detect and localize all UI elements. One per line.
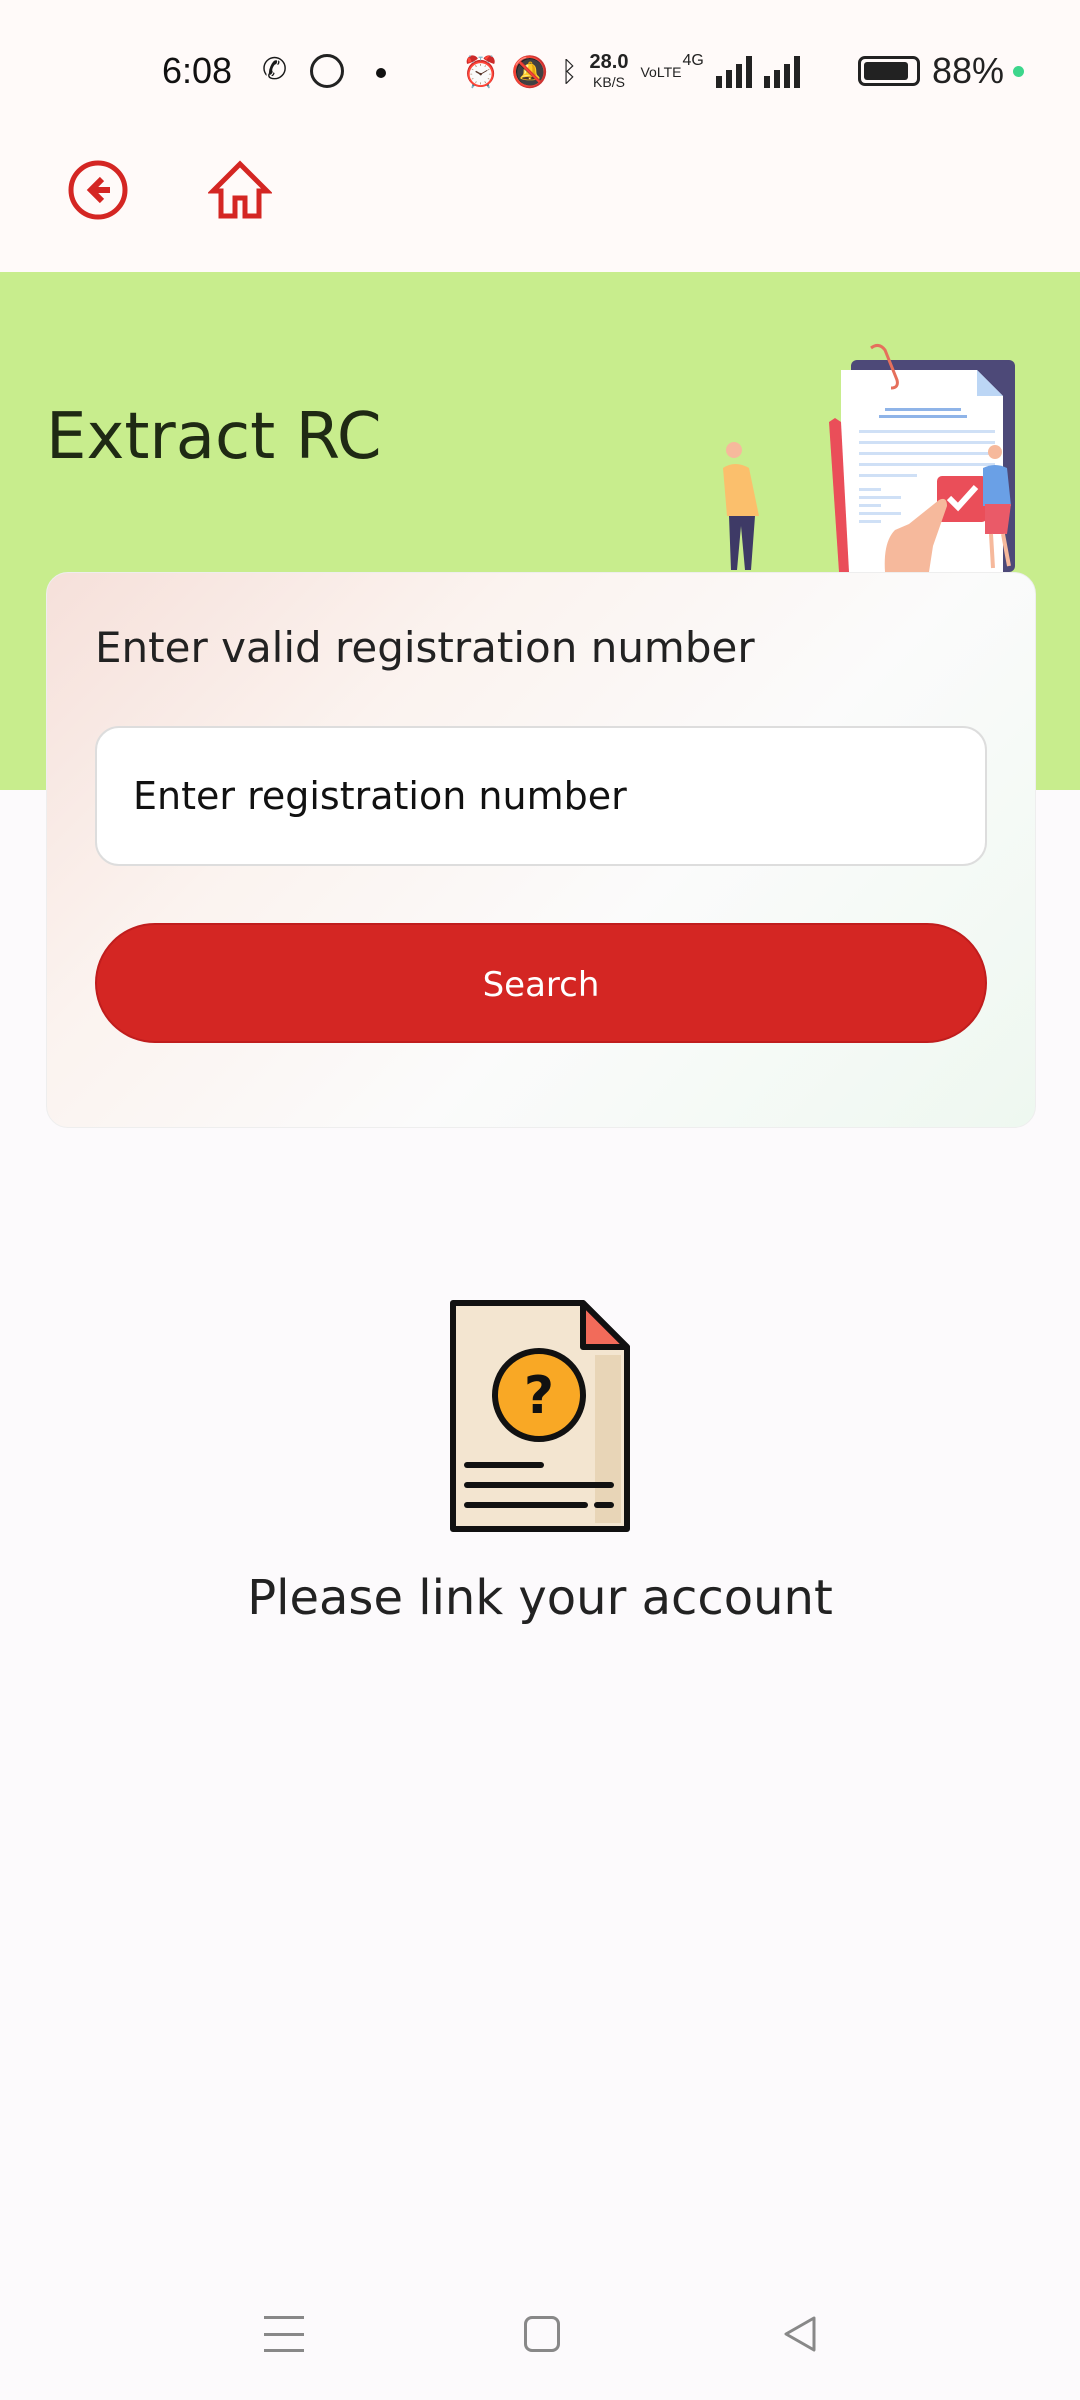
registration-label: Enter valid registration number <box>95 623 755 672</box>
page-title: Extract RC <box>46 400 382 474</box>
battery-icon <box>858 56 920 86</box>
network-speed: 28.0 KB/S <box>589 51 629 90</box>
svg-text:?: ? <box>524 1366 554 1426</box>
volte-icon: VoLTE <box>640 63 682 80</box>
back-button[interactable] <box>66 158 130 222</box>
home-icon <box>206 160 274 219</box>
battery-percent: 88% <box>932 50 1005 91</box>
menu-button[interactable] <box>264 2316 304 2352</box>
document-question-icon: ? <box>450 1300 630 1532</box>
home-nav-button[interactable] <box>524 2316 560 2352</box>
home-button[interactable] <box>206 158 274 222</box>
whatsapp-icon <box>310 54 344 88</box>
back-nav-button[interactable] <box>780 2314 820 2354</box>
registration-number-input[interactable]: Enter registration number <box>95 726 987 866</box>
privacy-indicator-icon <box>1013 66 1024 77</box>
empty-state-message: Please link your account <box>247 1570 833 1626</box>
top-toolbar <box>0 140 1080 272</box>
notification-dot-icon <box>376 68 386 78</box>
bluetooth-icon: ᛒ <box>560 56 578 87</box>
status-bar: 6:08 ✆ ⏰ 🔕 ᛒ 28.0 KB/S VoLTE 4G 88% <box>0 0 1080 140</box>
signal-icon-2 <box>763 56 800 88</box>
phone-icon: ✆ <box>262 53 288 86</box>
status-time: 6:08 <box>162 50 233 91</box>
document-illustration <box>723 343 1015 572</box>
signal-icon <box>715 56 752 88</box>
circle-arrow-left-icon <box>68 160 128 220</box>
mute-icon: 🔕 <box>511 55 549 89</box>
alarm-icon: ⏰ <box>462 55 500 89</box>
search-card: Enter valid registration number Enter re… <box>46 572 1036 1128</box>
network-type: 4G <box>682 52 704 69</box>
search-button[interactable]: Search <box>95 923 987 1043</box>
system-nav-bar <box>0 2270 1080 2400</box>
